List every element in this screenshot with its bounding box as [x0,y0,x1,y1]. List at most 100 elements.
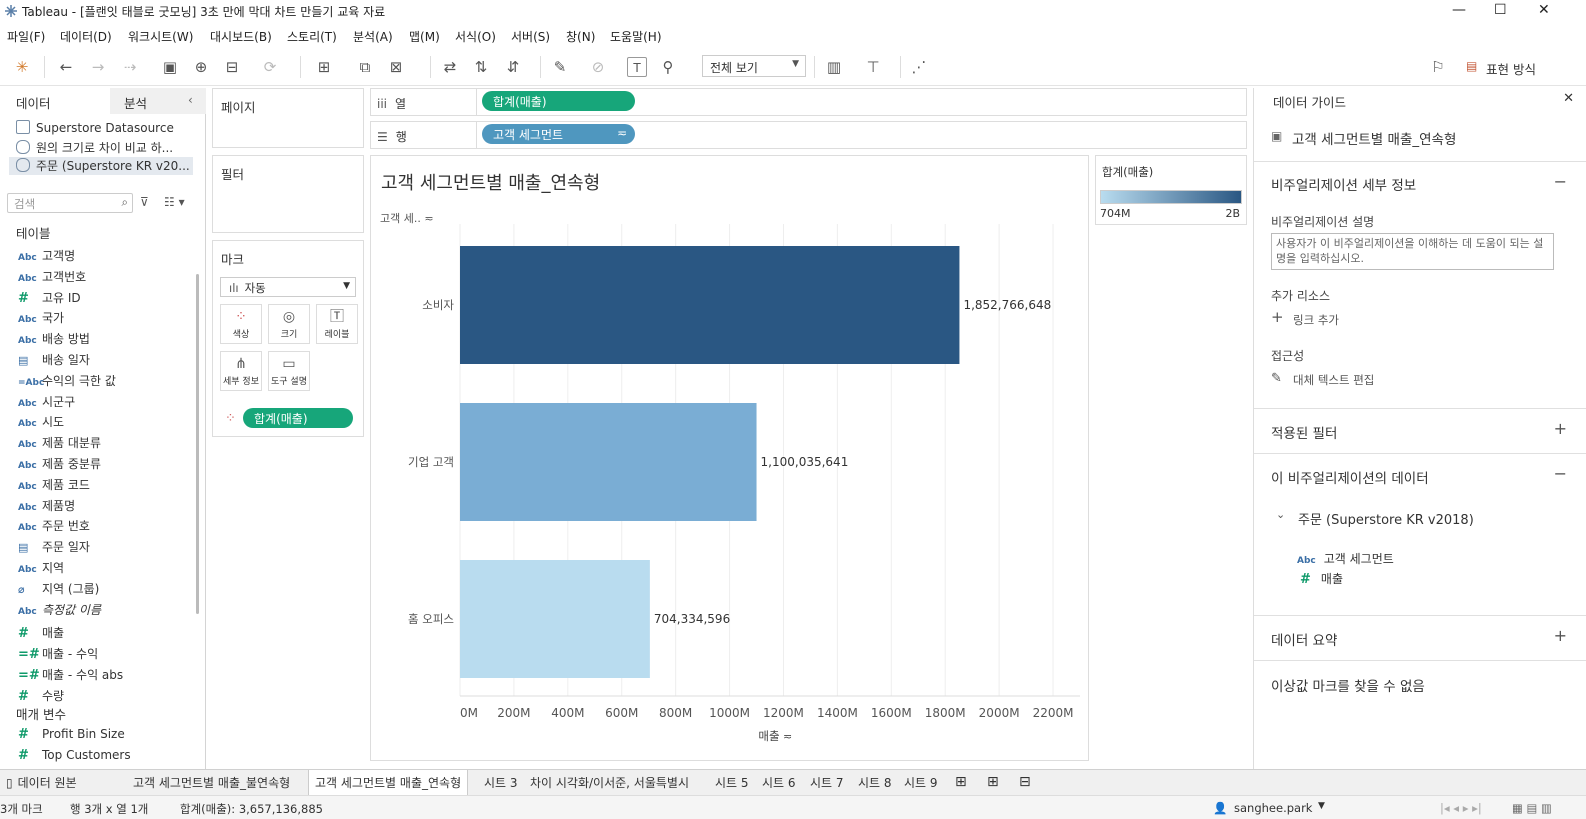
new-worksheet-icon[interactable]: ⊞ [314,57,334,77]
menu-server[interactable]: 서버(S) [511,28,550,45]
field-item[interactable]: # 수량 [18,687,64,705]
field-item[interactable]: ▤ 배송 일자 [18,351,90,369]
field-item[interactable]: Abc 제품 대분류 [18,434,101,452]
undo-icon[interactable]: ← [56,57,76,77]
save-icon[interactable]: ▣ [160,57,180,77]
show-me-icon[interactable]: ▤ [1466,59,1477,73]
minimize-icon[interactable]: — [1452,2,1466,18]
field-item[interactable]: ⌀ 지역 (그룹) [18,580,99,598]
field-item[interactable]: =# 매출 - 수익 [18,645,98,663]
filter-icon[interactable]: ⊽ [140,195,149,209]
size-button[interactable]: ◎ 크기 [268,304,310,344]
pause-updates-icon[interactable]: ⊟ [222,57,242,77]
field-item[interactable]: =Abc수익의 극한 값 [18,372,116,390]
field-item[interactable]: Abc 시군구 [18,393,75,411]
search-input[interactable]: 검색 ⌕ [7,193,133,213]
format-painter-icon[interactable]: ⚐ [1428,57,1448,77]
show-me-button[interactable]: 표현 방식 [1486,59,1536,78]
show-cards-icon[interactable]: ▥ [824,57,844,77]
menu-window[interactable]: 창(N) [566,28,595,45]
tab-sheet[interactable]: 시트 7 [810,774,844,791]
scrollbar[interactable] [196,274,199,614]
tab-sheet[interactable]: 시트 8 [858,774,892,791]
fix-axes-icon[interactable]: ⚲ [658,57,678,77]
collapse-icon[interactable]: − [1554,464,1567,483]
field-item[interactable]: Abc 제품 중분류 [18,455,101,473]
edit-alt-text[interactable]: 대체 텍스트 편집 [1293,372,1374,388]
swap-rows-columns-icon[interactable]: ⇄ [440,57,460,77]
rows-pill[interactable]: 고객 세그먼트 ≂ [482,124,635,144]
menu-story[interactable]: 스토리(T) [287,28,337,45]
field-item[interactable]: Abc 주문 번호 [18,517,90,535]
tab-sheet[interactable]: 시트 3 [484,774,518,791]
label-button[interactable]: 🅃 레이블 [316,304,358,344]
new-datasource-icon[interactable]: ⊕ [191,57,211,77]
pages-card[interactable]: 페이지 [212,88,364,148]
pencil-icon[interactable]: ✎ [1271,371,1282,386]
highlight-icon[interactable]: ✎ [550,57,570,77]
sort-ascending-icon[interactable]: ⇅ [471,57,491,77]
tab-sheet[interactable]: 시트 9 [904,774,938,791]
field-item[interactable]: Abc 제품명 [18,497,75,515]
grid-view-icon[interactable]: ▦ ▤ ▥ [1512,801,1552,815]
field-item[interactable]: # 매출 [18,624,64,642]
refresh-icon[interactable]: ⟳ [260,57,280,77]
menu-file[interactable]: 파일(F) [7,28,45,45]
field-item[interactable]: Abc 지역 [18,559,64,577]
datasource-item[interactable]: Superstore Datasource [16,120,196,138]
group-icon[interactable]: ⊘ [588,57,608,77]
new-worksheet-icon[interactable]: ⊞ [955,774,967,790]
duplicate-sheet-icon[interactable]: ⧉ [355,57,375,77]
new-story-icon[interactable]: ⊟ [1019,774,1031,790]
mark-type-select[interactable]: ılı 자동 ▼ [220,277,356,297]
field-item[interactable]: Abc 시도 [18,413,64,431]
presentation-mode-icon[interactable]: ⊤ [863,57,883,77]
field-item[interactable]: ▤ 주문 일자 [18,538,90,556]
new-dashboard-icon[interactable]: ⊞ [987,774,999,790]
tab-sheet-active[interactable]: 고객 세그먼트별 매출_연속형 [308,770,469,796]
menu-worksheet[interactable]: 워크시트(W) [128,28,193,45]
columns-pill[interactable]: 합계(매출) [482,91,635,111]
field-item[interactable]: # 고유 ID [18,289,81,307]
view-options-icon[interactable]: ☷ ▾ [164,195,185,209]
view-size-select[interactable]: 전체 보기 ▼ [702,55,806,77]
tab-sheet[interactable]: 시트 6 [762,774,796,791]
tab-datasource[interactable]: ▯ 데이터 원본 [6,774,77,791]
plus-icon[interactable]: + [1271,308,1284,326]
tab-sheet[interactable]: 차이 시각화/이서준, 서울특별시 [530,774,689,791]
field-item[interactable]: Abc 국가 [18,309,64,327]
sort-descending-icon[interactable]: ⇵ [503,57,523,77]
tableau-home-icon[interactable]: ✳ [12,57,32,77]
filters-card[interactable]: 필터 [212,155,364,233]
expand-icon[interactable]: + [1554,626,1567,645]
maximize-icon[interactable]: ☐ [1494,2,1507,18]
field-item[interactable]: Abc 고객번호 [18,268,86,286]
user-name[interactable]: sanghee.park [1234,801,1312,815]
menu-format[interactable]: 서식(O) [455,28,496,45]
tooltip-button[interactable]: ▭ 도구 설명 [268,351,310,391]
collapse-icon[interactable]: − [1554,172,1567,191]
sheet-nav-icon[interactable]: |◂ ◂ ▸ ▸| [1440,801,1482,815]
tab-sheet[interactable]: 고객 세그먼트별 매출_불연속형 [133,774,290,791]
datasource-item[interactable]: 원의 크기로 차이 비교 하... [16,139,196,157]
field-item[interactable]: Abc 배송 방법 [18,330,90,348]
color-field-pill[interactable]: 합계(매출) [243,408,353,428]
close-window-icon[interactable]: ✕ [1538,2,1550,18]
expand-icon[interactable]: + [1554,419,1567,438]
tab-sheet[interactable]: 시트 5 [715,774,749,791]
field-item[interactable]: # Profit Bin Size [18,727,125,745]
show-labels-icon[interactable]: T [627,57,647,77]
add-link[interactable]: 링크 추가 [1293,312,1339,328]
replay-icon[interactable]: ⇢ [120,57,140,77]
field-item[interactable]: =# 매출 - 수익 abs [18,666,123,684]
field-item[interactable]: # Top Customers [18,748,131,766]
field-item[interactable]: Abc 제품 코드 [18,476,90,494]
menu-data[interactable]: 데이터(D) [60,28,112,45]
close-icon[interactable]: ✕ [1563,91,1574,106]
tab-data[interactable]: 데이터 [0,88,110,114]
color-button[interactable]: ⁘ 색상 [220,304,262,344]
description-textarea[interactable]: 사용자가 이 비주얼리제이션을 이해하는 데 도움이 되는 설명을 입력하십시오… [1271,233,1554,270]
chevron-down-icon[interactable]: ⌄ [1276,508,1285,521]
redo-icon[interactable]: → [88,57,108,77]
share-icon[interactable]: ⋰ [909,57,929,77]
